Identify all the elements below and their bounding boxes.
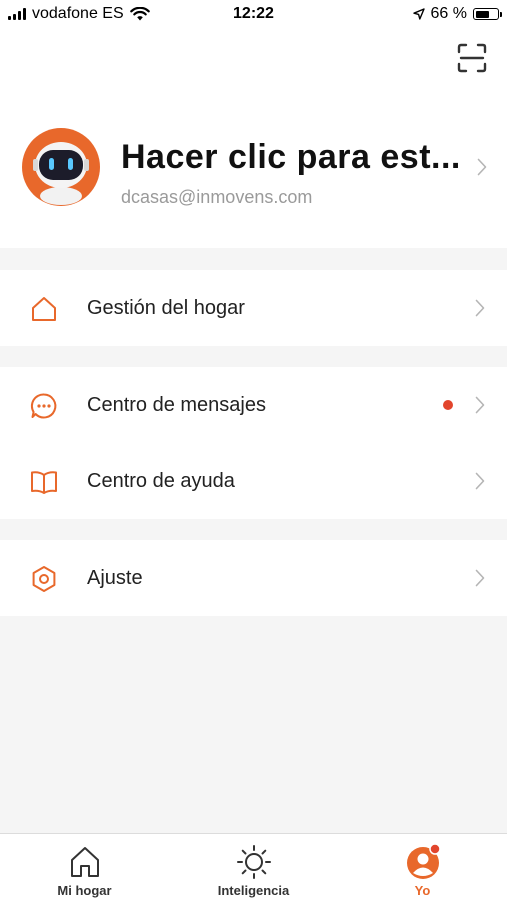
tab-label: Mi hogar: [57, 883, 112, 898]
menu-item-message-center[interactable]: Centro de mensajes: [0, 367, 507, 443]
home-icon: [32, 297, 56, 321]
profile-name[interactable]: Hacer clic para est...: [121, 138, 461, 177]
chevron-right-icon: [475, 569, 485, 587]
status-bar: vodafone ES 12:22 66 %: [0, 0, 507, 30]
chevron-right-icon: [475, 396, 485, 414]
chevron-right-icon[interactable]: [477, 158, 487, 176]
tab-label: Inteligencia: [217, 883, 290, 898]
profile-email: dcasas@inmovens.com: [121, 187, 313, 207]
menu-label-help-center: Centro de ayuda: [87, 469, 235, 492]
avatar[interactable]: [22, 128, 100, 206]
menu-label-settings: Ajuste: [87, 566, 143, 589]
battery-level: [475, 10, 489, 18]
tab-inteligencia[interactable]: Inteligencia: [169, 834, 338, 901]
tab-label: Yo: [414, 883, 431, 898]
book-icon: [31, 471, 57, 494]
battery-percent: 66 %: [430, 5, 467, 22]
menu-group-support: Centro de mensajes Centro de ayuda: [0, 367, 507, 519]
user-icon: [406, 844, 441, 879]
menu-item-help-center[interactable]: Centro de ayuda: [0, 443, 507, 519]
sun-icon: [236, 845, 271, 879]
battery-icon: [473, 8, 502, 20]
chevron-right-icon: [475, 472, 485, 490]
scan-icon[interactable]: [457, 43, 487, 73]
tab-bar: Mi hogar Inteligencia Yo: [0, 833, 507, 901]
menu-label-message-center: Centro de mensajes: [87, 393, 266, 416]
settings-hexagon-icon: [32, 566, 56, 592]
menu-group-home: Gestión del hogar: [0, 270, 507, 346]
menu-item-home-management[interactable]: Gestión del hogar: [0, 270, 507, 346]
profile-header: Hacer clic para est... dcasas@inmovens.c…: [0, 30, 507, 248]
tab-yo[interactable]: Yo: [338, 834, 507, 901]
unread-badge: [443, 400, 453, 410]
tab-mi-hogar[interactable]: Mi hogar: [0, 834, 169, 901]
status-right: 66 %: [412, 5, 502, 23]
menu-item-settings[interactable]: Ajuste: [0, 540, 507, 616]
location-arrow-icon: [412, 8, 425, 20]
chevron-right-icon: [475, 299, 485, 317]
home-icon: [70, 847, 99, 877]
menu-group-settings: Ajuste: [0, 540, 507, 616]
menu-label-home-management: Gestión del hogar: [87, 296, 245, 319]
message-icon: [30, 393, 57, 419]
